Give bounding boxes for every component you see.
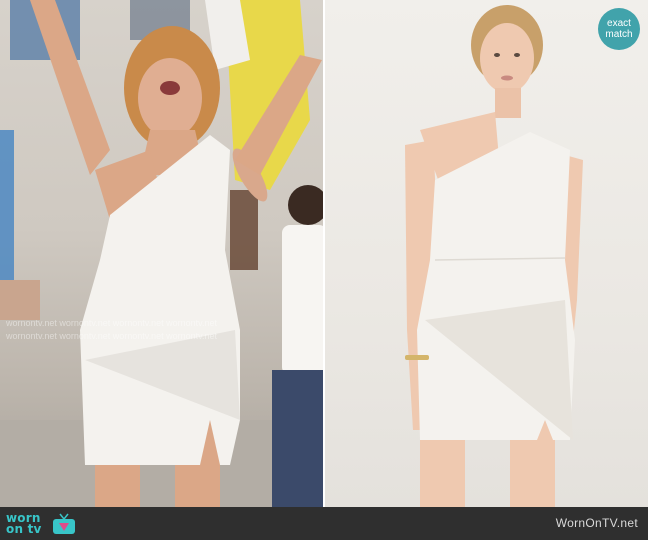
footer-bar: worn on tv WornOnTV.net	[0, 507, 648, 540]
watermark-row: wornontv.net wornontv.net wornontv.net w…	[6, 318, 217, 328]
site-url[interactable]: WornOnTV.net	[556, 516, 638, 530]
tv-icon	[52, 513, 76, 535]
logo-text: worn on tv	[6, 512, 50, 536]
product-scene	[405, 5, 583, 507]
tv-still-photo: wornontv.net wornontv.net wornontv.net w…	[0, 0, 323, 507]
badge-line1: exact	[607, 18, 631, 29]
watermark-row: wornontv.net wornontv.net wornontv.net w…	[6, 331, 217, 341]
logo-line2: on tv	[6, 522, 42, 536]
site-logo[interactable]: worn on tv	[6, 511, 76, 537]
product-photo	[325, 0, 648, 507]
exact-match-badge: exact match	[598, 8, 640, 50]
tv-still-scene	[0, 0, 323, 507]
badge-line2: match	[605, 29, 633, 40]
